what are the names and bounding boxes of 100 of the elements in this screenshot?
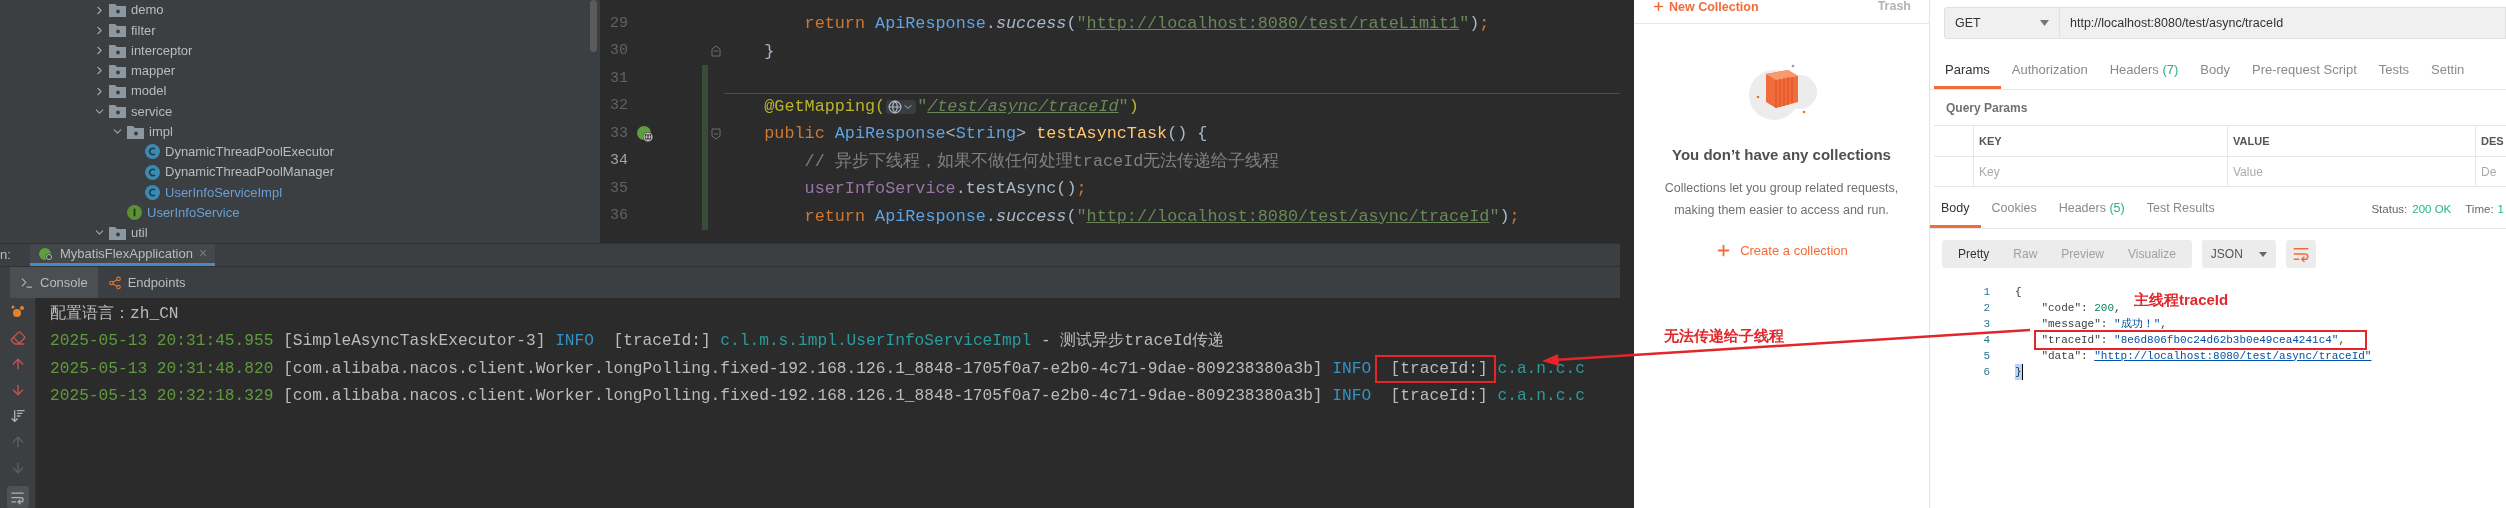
tab[interactable]: Cookies (1980, 192, 2048, 228)
url-field[interactable]: http://localhost:8080/test/async/traceId (2060, 7, 2506, 39)
json-line: "message": "成功！", (2041, 316, 2167, 332)
json-line: "data": "http://localhost:8080/test/async/traceId" (2041, 348, 2372, 364)
time-value: 1 (2497, 202, 2504, 218)
folder-icon (109, 104, 126, 119)
endpoint-icon[interactable] (636, 124, 654, 143)
class-icon (145, 144, 160, 160)
view-mode-tab[interactable]: Pretty (1946, 240, 2002, 268)
line-number: 1 (1982, 284, 1990, 300)
empty-state-title: You don’t have any collections (1672, 145, 1891, 165)
class-icon (145, 184, 160, 200)
tree-item-label[interactable]: UserInfoServiceImpl (163, 182, 283, 203)
section-title: Query Params (1946, 100, 2029, 117)
tab[interactable]: Authorization (2000, 54, 2099, 89)
status-label: Status: (2371, 202, 2408, 218)
line-number: 31 (609, 68, 628, 89)
tab[interactable]: Headers (5) (2047, 192, 2136, 228)
format-select[interactable]: JSON (2201, 240, 2276, 268)
line-number: 5 (1982, 348, 1990, 364)
line-number: 34 (609, 151, 628, 171)
caret-icon (2258, 251, 2267, 257)
highlight-frame: [traceId:] (1374, 354, 1496, 383)
folder-icon (109, 84, 126, 99)
run-label: n: (0, 246, 12, 265)
tab[interactable]: Pre-request Script (2241, 54, 2368, 89)
view-mode-tab[interactable]: Raw (2001, 240, 2050, 268)
tab[interactable]: Test Results (2135, 192, 2226, 228)
param-field[interactable]: Key (1974, 157, 2228, 186)
wrap-lines-button[interactable] (2285, 240, 2316, 268)
folder-icon (109, 43, 126, 58)
tree-item-label[interactable]: filter (129, 20, 156, 41)
tree-item-label[interactable]: DynamicThreadPoolExecutor (163, 142, 335, 162)
method-select[interactable]: GET (1944, 7, 2060, 39)
code-line: @GetMapping( (763, 96, 886, 119)
close-button[interactable]: × (198, 243, 208, 265)
code-line: public ApiResponse<String> testAsyncTask() { (763, 123, 1208, 146)
empty-state-text: Collections let you group related requests, making them easier to access and run. (1663, 179, 1900, 219)
tool-tab[interactable]: Endpoints (97, 267, 196, 298)
param-field[interactable]: Value (2228, 157, 2476, 186)
log-text: 2025-05-13 20:31:48.820 [com.alibaba.nacos.client.Worker.longPolling.fixed-192.168.126.1_8848-1705f0a7-e2b0-4c71-9dae-809238380a3b] INFO (50, 358, 1373, 380)
column-header: VALUE (2228, 126, 2476, 156)
tab[interactable]: Params (1934, 54, 2001, 89)
caret-icon (2040, 20, 2049, 26)
code-line: userInfoService.testAsync(); (803, 178, 1087, 201)
run-tab[interactable]: MybatisFlexApplication × (30, 244, 216, 267)
folder-icon (109, 63, 126, 78)
tree-item-label[interactable]: mapper (129, 61, 176, 81)
folder-icon (109, 225, 126, 240)
tree-item-label[interactable]: impl (147, 121, 173, 142)
line-number: 35 (609, 178, 628, 199)
class-icon (145, 164, 160, 180)
line-number: 29 (609, 13, 628, 34)
view-mode-tab[interactable]: Preview (2049, 240, 2117, 268)
column-header: DES (2480, 133, 2505, 149)
tab[interactable]: Body (2189, 54, 2241, 89)
create-collection-link[interactable]: Create a collection (1715, 240, 1848, 260)
soft-wrap-button[interactable] (6, 486, 29, 508)
tree-item-label[interactable]: demo (129, 0, 164, 20)
new-collection-button[interactable]: New Collection (1652, 0, 1759, 13)
scrollbar[interactable] (590, 0, 597, 52)
tab[interactable]: Tests (2367, 54, 2421, 89)
log-text: 配置语言：zh_CN (50, 303, 179, 325)
folder-icon (109, 3, 126, 18)
code-line: } (763, 40, 775, 63)
line-number: 3 (1982, 316, 1990, 332)
annotation-label: 无法传递给子线程 (1664, 326, 1784, 346)
fold-icon[interactable] (711, 45, 721, 58)
tree-item-label[interactable]: UserInfoService (145, 202, 240, 223)
tree-item-label[interactable]: util (129, 223, 148, 243)
line-number: 30 (609, 41, 628, 61)
wrap-icon (2291, 245, 2310, 263)
fold-icon[interactable] (711, 127, 721, 140)
log-text: c.a.n.c.c (1496, 358, 1585, 380)
annotation-label: 主线程traceId (2134, 290, 2229, 310)
terminal-icon (20, 275, 34, 290)
tab[interactable]: Headers (7) (2098, 54, 2190, 89)
folder-icon (109, 23, 126, 38)
sort-icon[interactable] (9, 408, 26, 424)
json-line: { (2015, 284, 2022, 300)
code-line: return ApiResponse.success("http://localhost:8080/test/rateLimit1"); (803, 13, 1490, 36)
param-field[interactable]: De (2476, 157, 2506, 186)
tab[interactable]: Body (1930, 192, 1981, 228)
log-text: 2025-05-13 20:32:18.329 [com.alibaba.nacos.client.Worker.longPolling.fixed-192.168.126.1_8848-1705f0a7-e2b0-4c71-9dae-809238380a3b] INFO [traceId:] c.a.n.c.c (50, 386, 1585, 408)
tree-item-label[interactable]: DynamicThreadPoolManager (163, 162, 335, 182)
tree-item-label[interactable]: model (129, 81, 167, 101)
tab[interactable]: Settin (2420, 54, 2476, 89)
line-number: 32 (609, 96, 628, 116)
status-value: 200 OK (2412, 202, 2452, 218)
clear-icon[interactable] (9, 330, 26, 346)
line-number: 33 (609, 123, 628, 144)
json-line: "code": 200, (2041, 300, 2121, 316)
view-mode-tab[interactable]: Visualize (2116, 240, 2188, 268)
globe-dropdown-icon[interactable] (886, 99, 917, 114)
nodes-icon (107, 275, 122, 290)
column-header: KEY (1974, 126, 2228, 156)
tree-item-label[interactable]: interceptor (129, 40, 193, 61)
tree-item-label[interactable]: service (129, 101, 173, 122)
service-icon[interactable] (9, 304, 26, 320)
tool-tab[interactable]: Console (10, 267, 98, 298)
